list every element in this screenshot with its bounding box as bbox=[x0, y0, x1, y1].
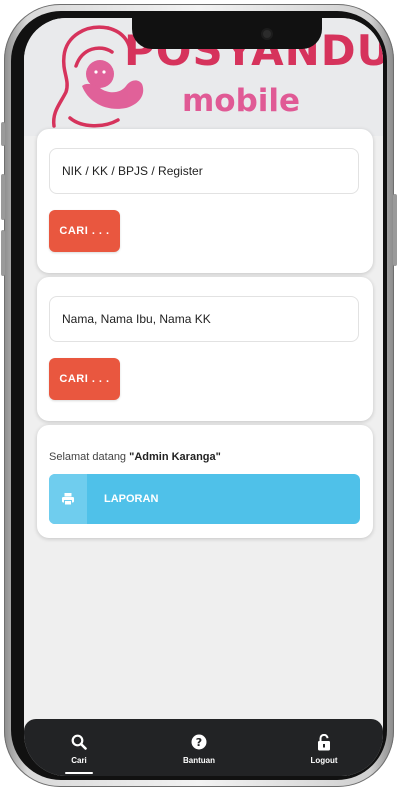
nav-label-logout: Logout bbox=[310, 756, 338, 765]
camera-icon bbox=[263, 30, 271, 38]
nav-item-logout[interactable]: Logout bbox=[284, 719, 364, 776]
search-name-button[interactable]: CARI . . . bbox=[49, 358, 120, 400]
app-brand-subtitle: mobile bbox=[182, 83, 301, 119]
svg-text:?: ? bbox=[196, 736, 202, 749]
search-nik-button[interactable]: CARI . . . bbox=[49, 210, 120, 252]
volume-up-button bbox=[1, 174, 5, 220]
app-screen: POSYANDU mobile NIK / KK / BPJS / Regist… bbox=[24, 18, 383, 776]
volume-down-button bbox=[1, 230, 5, 276]
laporan-label: LAPORAN bbox=[104, 493, 159, 505]
nav-label-cari: Cari bbox=[71, 756, 87, 765]
printer-icon bbox=[49, 474, 87, 524]
help-circle-icon: ? bbox=[191, 733, 207, 751]
nav-item-bantuan[interactable]: ? Bantuan bbox=[159, 719, 239, 776]
unlock-icon bbox=[317, 733, 331, 751]
nav-item-cari[interactable]: Cari bbox=[39, 719, 119, 776]
nik-search-input[interactable]: NIK / KK / BPJS / Register bbox=[49, 148, 359, 194]
search-icon bbox=[71, 733, 87, 751]
welcome-card: Selamat datang "Admin Karanga" LAPORAN bbox=[37, 425, 373, 538]
camera-notch bbox=[132, 18, 322, 49]
bottom-navigation: Cari ? Bantuan Logout bbox=[24, 719, 383, 776]
name-search-input[interactable]: Nama, Nama Ibu, Nama KK bbox=[49, 296, 359, 342]
power-button bbox=[393, 194, 397, 266]
laporan-button[interactable]: LAPORAN bbox=[49, 474, 360, 524]
welcome-user: "Admin Karanga" bbox=[129, 451, 221, 463]
search-nik-card: NIK / KK / BPJS / Register CARI . . . bbox=[37, 129, 373, 273]
nav-label-bantuan: Bantuan bbox=[183, 756, 215, 765]
welcome-text: Selamat datang "Admin Karanga" bbox=[49, 451, 221, 463]
search-name-card: Nama, Nama Ibu, Nama KK CARI . . . bbox=[37, 277, 373, 421]
nav-active-indicator bbox=[65, 772, 93, 774]
mute-switch bbox=[1, 122, 5, 146]
welcome-prefix: Selamat datang bbox=[49, 451, 130, 463]
